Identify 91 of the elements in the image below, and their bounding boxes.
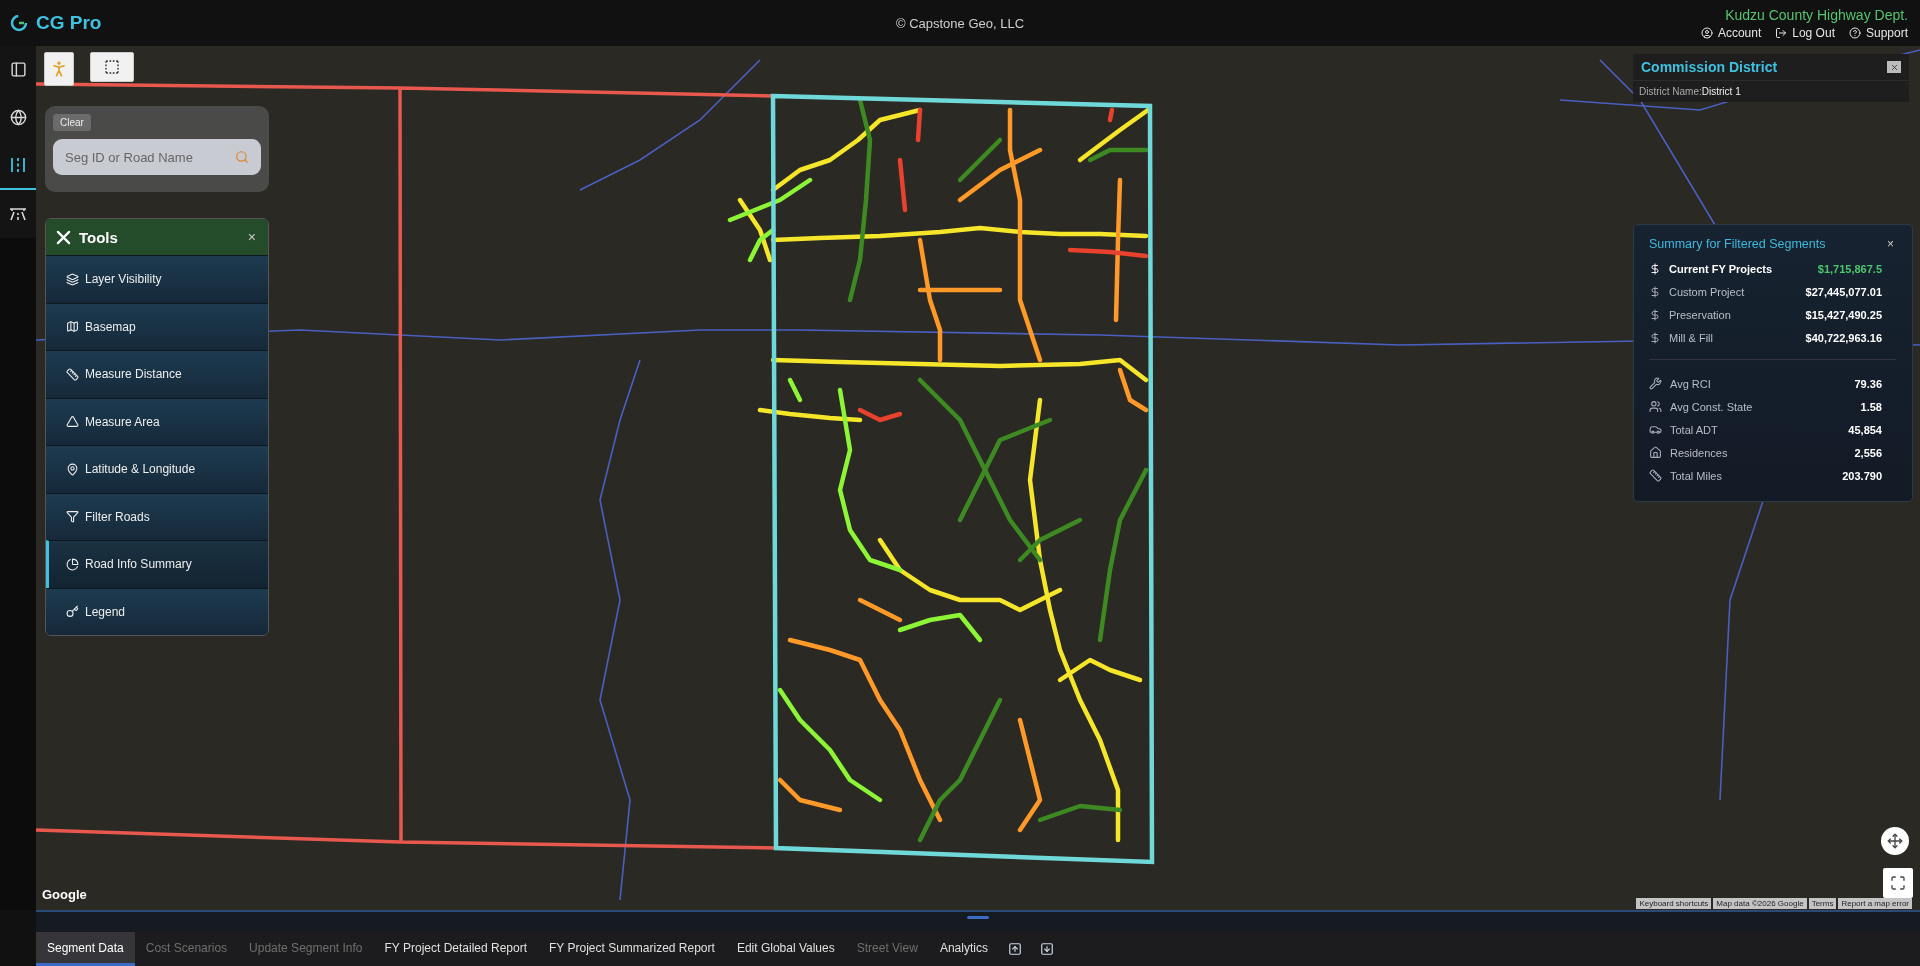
wrench-icon [1649, 377, 1662, 390]
dollar-icon [1649, 308, 1661, 321]
tab[interactable]: FY Project Detailed Report [373, 932, 539, 966]
map-pin-icon [66, 462, 79, 476]
summary-value: 1.58 [1860, 400, 1882, 413]
summary-value: $15,427,490.25 [1805, 308, 1882, 321]
ruler-icon [1649, 469, 1662, 482]
tool-menu-item[interactable]: Latitude & Longitude [46, 445, 268, 493]
summary-value: 2,556 [1854, 446, 1882, 459]
summary-label: Avg Const. State [1670, 400, 1754, 413]
map-footer-link[interactable]: Keyboard shortcuts [1636, 898, 1712, 909]
summary-value: $40,722,963.16 [1805, 331, 1882, 344]
summary-title: Summary for Filtered Segments [1649, 237, 1826, 251]
summary-value: 203.790 [1842, 469, 1882, 482]
triangle-ruler-icon [66, 415, 79, 429]
header-link[interactable]: Log Out [1775, 25, 1835, 40]
map-footer-link[interactable]: Map data ©2026 Google [1713, 898, 1807, 909]
arrow-up-icon [1007, 942, 1022, 956]
sidebar-button[interactable] [0, 142, 36, 190]
resize-handle-bar[interactable] [36, 910, 1920, 932]
tool-menu-item[interactable]: Layer Visibility [46, 255, 268, 303]
globe-icon [9, 108, 27, 126]
car-icon [1649, 423, 1662, 436]
organization-name: Kudzu County Highway Dept. [1725, 6, 1908, 23]
layers-icon [66, 272, 79, 286]
map-footer-link[interactable]: Report a map error [1838, 898, 1912, 909]
search-field[interactable]: Seg ID or Road Name [53, 139, 261, 175]
header-link[interactable]: Account [1700, 25, 1762, 40]
copyright-text: © Capstone Geo, LLC [895, 15, 1025, 31]
sidebar-button[interactable] [0, 190, 36, 238]
close-icon [1889, 62, 1899, 72]
tool-menu-item[interactable]: Measure Area [46, 397, 268, 445]
tools-title: Tools [79, 228, 119, 246]
header-link[interactable]: Support [1848, 25, 1908, 40]
arrow-down-icon [1039, 942, 1054, 956]
map-footer-link[interactable]: Terms [1808, 898, 1837, 909]
map-icon [66, 320, 79, 334]
tools-icon [56, 229, 71, 245]
drag-grip-icon[interactable] [967, 916, 989, 919]
close-button[interactable]: × [245, 229, 258, 245]
fullscreen-button[interactable] [1883, 868, 1913, 898]
summary-value: 45,854 [1848, 423, 1882, 436]
summary-label: Mill & Fill [1669, 331, 1714, 344]
summary-value: $27,445,077.01 [1805, 285, 1882, 298]
tool-menu-item[interactable]: Road Info Summary [46, 540, 268, 588]
fullscreen-icon [1890, 875, 1906, 891]
ruler-icon [66, 367, 79, 381]
summary-label: Custom Project [1669, 285, 1746, 298]
map-brand-text: Google [42, 887, 87, 902]
summary-label: Total Miles [1670, 469, 1723, 482]
house-icon [1649, 446, 1662, 459]
summary-label: Total ADT [1670, 423, 1719, 436]
close-button[interactable] [1887, 61, 1901, 73]
close-button[interactable]: × [1885, 237, 1896, 251]
pie-chart-icon [66, 557, 79, 571]
summary-label: Current FY Projects [1669, 262, 1774, 275]
summary-value: $1,715,867.5 [1817, 262, 1882, 275]
district-title: Commission District [1641, 59, 1778, 75]
dashed-select-icon [104, 59, 120, 75]
search-icon [235, 150, 249, 164]
move-icon [1887, 833, 1903, 849]
app-title: CG Pro [36, 12, 102, 34]
people-icon [1649, 400, 1662, 413]
summary-label: Avg RCI [1670, 377, 1712, 390]
tool-menu-item[interactable]: Legend [46, 587, 268, 635]
dollar-icon [1649, 285, 1661, 298]
logout-icon [1775, 26, 1788, 39]
clear-selection-button[interactable] [90, 52, 134, 82]
clear-button[interactable]: Clear [53, 114, 91, 131]
summary-label: Residences [1670, 446, 1729, 459]
tab[interactable]: Edit Global Values [725, 932, 846, 966]
district-name-field: District Name:District 1 [1633, 81, 1909, 102]
user-icon [1700, 26, 1713, 39]
filter-icon [66, 510, 79, 524]
panel-toggle-icon [9, 60, 27, 78]
tool-menu-item[interactable]: Measure Distance [46, 350, 268, 398]
help-icon [1848, 26, 1861, 39]
dollar-icon [1649, 262, 1661, 275]
tool-menu-item[interactable]: Filter Roads [46, 492, 268, 540]
summary-value: 79.36 [1854, 377, 1882, 390]
pan-button[interactable] [1881, 827, 1909, 855]
highway-icon [9, 205, 27, 221]
key-icon [66, 605, 79, 619]
tab[interactable]: Segment Data [36, 932, 135, 966]
logo-icon [10, 14, 28, 32]
tab[interactable]: FY Project Summarized Report [538, 932, 726, 966]
dollar-icon [1649, 331, 1661, 344]
summary-label: Preservation [1669, 308, 1732, 321]
road-lanes-icon [10, 157, 26, 173]
tool-menu-item[interactable]: Basemap [46, 302, 268, 350]
tab[interactable]: Analytics [928, 932, 999, 966]
